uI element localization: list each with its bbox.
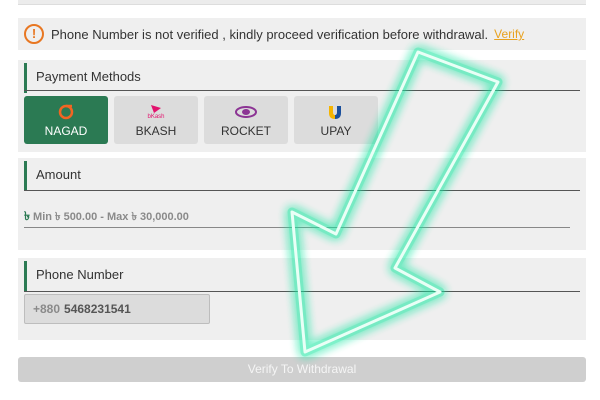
- nagad-logo-icon: [58, 103, 74, 121]
- exclamation-circle-icon: !: [24, 24, 44, 44]
- amount-range: ৳ Min ৳ 500.00 - Max ৳ 30,000.00: [24, 208, 189, 228]
- taka-icon: ৳: [24, 209, 30, 223]
- method-label: UPAY: [320, 123, 352, 138]
- verification-notice: ! Phone Number is not verified , kindly …: [18, 18, 586, 50]
- payment-method-list: NAGAD bKash BKASH ROCKET UPAY: [24, 96, 378, 144]
- verify-to-withdrawal-button[interactable]: Verify To Withdrawal: [18, 357, 586, 382]
- method-upay[interactable]: UPAY: [294, 96, 378, 144]
- amount-range-text: Min ৳ 500.00 - Max ৳ 30,000.00: [33, 211, 189, 223]
- upay-logo-icon: [327, 103, 345, 121]
- amount-section: Amount ৳ Min ৳ 500.00 - Max ৳ 30,000.00: [18, 158, 586, 250]
- method-nagad[interactable]: NAGAD: [24, 96, 108, 144]
- divider: [24, 90, 580, 91]
- amount-input[interactable]: [24, 227, 570, 228]
- method-rocket[interactable]: ROCKET: [204, 96, 288, 144]
- payment-methods-section: Payment Methods NAGAD bKash BKASH ROCKET: [18, 60, 586, 152]
- payment-methods-title: Payment Methods: [24, 63, 586, 93]
- phone-number-section: Phone Number +880 5468231541: [18, 258, 586, 340]
- phone-number-field[interactable]: +880 5468231541: [24, 294, 210, 324]
- phone-prefix: +880: [33, 302, 61, 316]
- method-bkash[interactable]: bKash BKASH: [114, 96, 198, 144]
- divider: [24, 190, 580, 191]
- divider: [24, 291, 580, 292]
- notice-text: Phone Number is not verified , kindly pr…: [51, 26, 489, 42]
- verify-link[interactable]: Verify: [494, 27, 524, 41]
- top-strip: [18, 0, 586, 5]
- rocket-logo-icon: [235, 103, 257, 121]
- phone-value: 5468231541: [64, 302, 131, 316]
- amount-title: Amount: [24, 161, 586, 191]
- method-label: BKASH: [135, 123, 177, 138]
- bkash-logo-icon: bKash: [147, 103, 165, 121]
- method-label: NAGAD: [44, 123, 88, 138]
- phone-number-title: Phone Number: [24, 261, 586, 291]
- method-label: ROCKET: [220, 123, 271, 138]
